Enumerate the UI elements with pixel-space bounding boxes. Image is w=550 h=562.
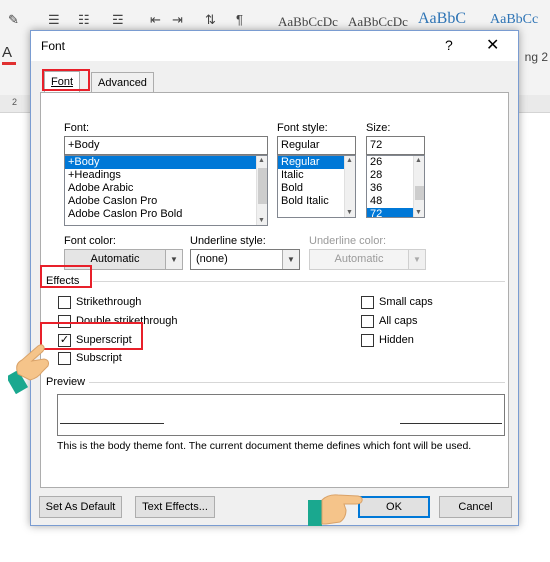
- scroll-up-icon[interactable]: ▲: [415, 157, 422, 164]
- scroll-thumb[interactable]: [415, 186, 424, 200]
- font-style-listbox[interactable]: Regular Italic Bold Bold Italic ▲ ▼: [277, 155, 356, 218]
- style-gallery-item[interactable]: AaBbCc: [490, 12, 538, 28]
- chevron-down-icon[interactable]: ▼: [408, 250, 425, 269]
- eraser-icon[interactable]: ✎: [8, 12, 19, 28]
- ok-button[interactable]: OK: [358, 496, 430, 518]
- checkbox-label: All caps: [379, 315, 418, 327]
- font-style-scrollbar[interactable]: ▲ ▼: [344, 156, 355, 217]
- checkbox-box[interactable]: [361, 296, 374, 309]
- font-dialog: Font ? ✕ Font Advanced Font: +Body +Body…: [30, 30, 519, 526]
- multilevel-list-icon[interactable]: ☲: [112, 12, 124, 28]
- scroll-up-icon[interactable]: ▲: [346, 157, 353, 164]
- highlight-effects: [40, 265, 92, 288]
- font-label: Font:: [64, 122, 90, 134]
- size-input[interactable]: 72: [366, 136, 425, 155]
- font-input[interactable]: +Body: [64, 136, 268, 155]
- checkbox-label: Small caps: [379, 296, 433, 308]
- checkbox-label: Hidden: [379, 334, 414, 346]
- decrease-indent-icon[interactable]: ⇤: [150, 12, 161, 28]
- scroll-up-icon[interactable]: ▲: [258, 157, 265, 164]
- sort-icon[interactable]: ⇅: [205, 12, 216, 28]
- scroll-thumb[interactable]: [258, 168, 267, 204]
- dialog-titlebar[interactable]: Font ? ✕: [31, 31, 518, 61]
- size-option[interactable]: 72: [367, 208, 414, 217]
- font-option[interactable]: Adobe Caslon Pro: [65, 195, 267, 208]
- style-gallery-item[interactable]: AaBbCcDc: [278, 14, 338, 30]
- style-gallery-item[interactable]: AaBbC: [418, 10, 466, 28]
- set-as-default-button[interactable]: Set As Default: [39, 496, 122, 518]
- dialog-title: Font: [41, 39, 66, 53]
- show-formatting-icon[interactable]: ¶: [236, 12, 243, 27]
- increase-indent-icon[interactable]: ⇥: [172, 12, 183, 28]
- cancel-button[interactable]: Cancel: [439, 496, 512, 518]
- tab-advanced[interactable]: Advanced: [91, 72, 154, 93]
- underline-style-label: Underline style:: [190, 235, 266, 247]
- preview-box: [57, 394, 505, 436]
- underline-color-value: Automatic: [334, 253, 384, 265]
- effects-separator: [93, 281, 505, 282]
- chevron-down-icon[interactable]: ▼: [282, 250, 299, 269]
- checkbox-box[interactable]: [58, 296, 71, 309]
- numbering-icon[interactable]: ☷: [78, 12, 90, 28]
- checkbox-label: Strikethrough: [76, 296, 142, 308]
- preview-separator: [89, 382, 505, 383]
- style-gallery-item-heading2[interactable]: ng 2: [525, 50, 548, 64]
- pointing-hand-icon: [8, 344, 49, 394]
- preview-baseline-right: [400, 423, 502, 424]
- font-color-label: Font color:: [64, 235, 116, 247]
- size-listbox[interactable]: 26 28 36 48 72 ▲ ▼: [366, 155, 425, 218]
- font-color-icon[interactable]: A: [2, 44, 12, 61]
- pointing-hand-icon: [308, 494, 363, 526]
- underline-style-value: (none): [196, 253, 228, 265]
- checkbox-box[interactable]: [58, 352, 71, 365]
- underline-style-dropdown[interactable]: (none) ▼: [190, 249, 300, 270]
- scroll-down-icon[interactable]: ▼: [415, 209, 422, 216]
- underline-color-label: Underline color:: [309, 235, 387, 247]
- size-scrollbar[interactable]: ▲ ▼: [413, 156, 424, 217]
- help-button[interactable]: ?: [445, 37, 453, 53]
- ruler-mark: 2: [12, 97, 18, 107]
- scroll-down-icon[interactable]: ▼: [258, 217, 265, 224]
- highlight-font-tab: [42, 69, 90, 91]
- chevron-down-icon[interactable]: ▼: [165, 250, 182, 269]
- preview-baseline-left: [60, 423, 164, 424]
- preview-note: This is the body theme font. The current…: [57, 440, 472, 452]
- bullets-icon[interactable]: ☰: [48, 12, 60, 28]
- font-style-input[interactable]: Regular: [277, 136, 356, 155]
- font-option[interactable]: +Headings: [65, 169, 267, 182]
- font-color-swatch: [2, 62, 16, 65]
- size-label: Size:: [366, 122, 391, 134]
- font-option[interactable]: +Body: [65, 156, 267, 169]
- font-option[interactable]: Adobe Caslon Pro Bold: [65, 208, 267, 221]
- highlight-superscript: [40, 322, 143, 350]
- checkbox-box[interactable]: [361, 315, 374, 328]
- checkbox-box[interactable]: [361, 334, 374, 347]
- underline-color-dropdown[interactable]: Automatic ▼: [309, 249, 426, 270]
- text-effects-button[interactable]: Text Effects...: [135, 496, 215, 518]
- font-tab-panel: Font: +Body +Body +Headings Adobe Arabic…: [40, 92, 509, 488]
- close-button[interactable]: ✕: [486, 35, 499, 55]
- font-style-label: Font style:: [277, 122, 328, 134]
- font-option[interactable]: Adobe Arabic: [65, 182, 267, 195]
- style-gallery-item[interactable]: AaBbCcDc: [348, 14, 408, 30]
- checkbox-label: Subscript: [76, 352, 122, 364]
- scroll-down-icon[interactable]: ▼: [346, 209, 353, 216]
- font-listbox[interactable]: +Body +Headings Adobe Arabic Adobe Caslo…: [64, 155, 268, 226]
- font-list-scrollbar[interactable]: ▲ ▼: [256, 156, 267, 225]
